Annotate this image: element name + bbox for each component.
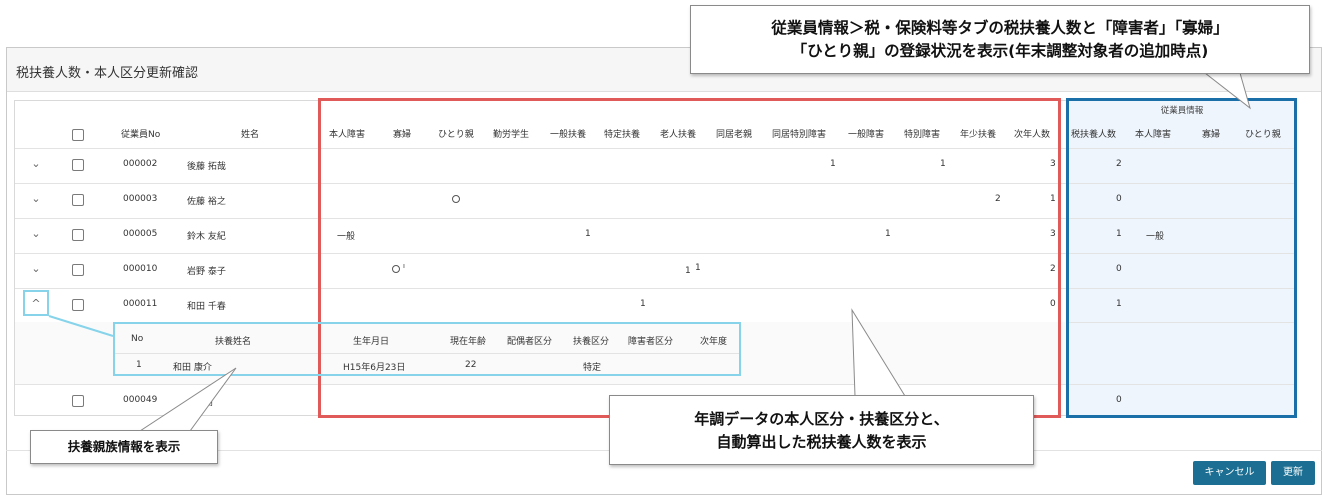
callout-dependents: 扶養親族情報を表示 xyxy=(30,430,218,464)
callout-year-end-line2: 自動算出した税扶養人数を表示 xyxy=(716,433,927,451)
callout-employee-info-line2: 「ひとり親」の登録状況を表示(年末調整対象者の追加時点) xyxy=(791,42,1209,60)
callout-year-end-line1: 年調データの本人区分・扶養区分と、 xyxy=(694,410,949,428)
callout-employee-info-line1: 従業員情報＞税・保険料等タブの税扶養人数と「障害者」「寡婦」 xyxy=(771,19,1229,37)
callout-year-end-data: 年調データの本人区分・扶養区分と、 自動算出した税扶養人数を表示 xyxy=(609,395,1034,465)
screen: 税扶養人数・本人区分更新確認 従業員情報 従業員No 姓名 本人障害 寡婦 ひと… xyxy=(0,0,1322,501)
callout-employee-info: 従業員情報＞税・保険料等タブの税扶養人数と「障害者」「寡婦」 「ひとり親」の登録… xyxy=(690,5,1310,74)
